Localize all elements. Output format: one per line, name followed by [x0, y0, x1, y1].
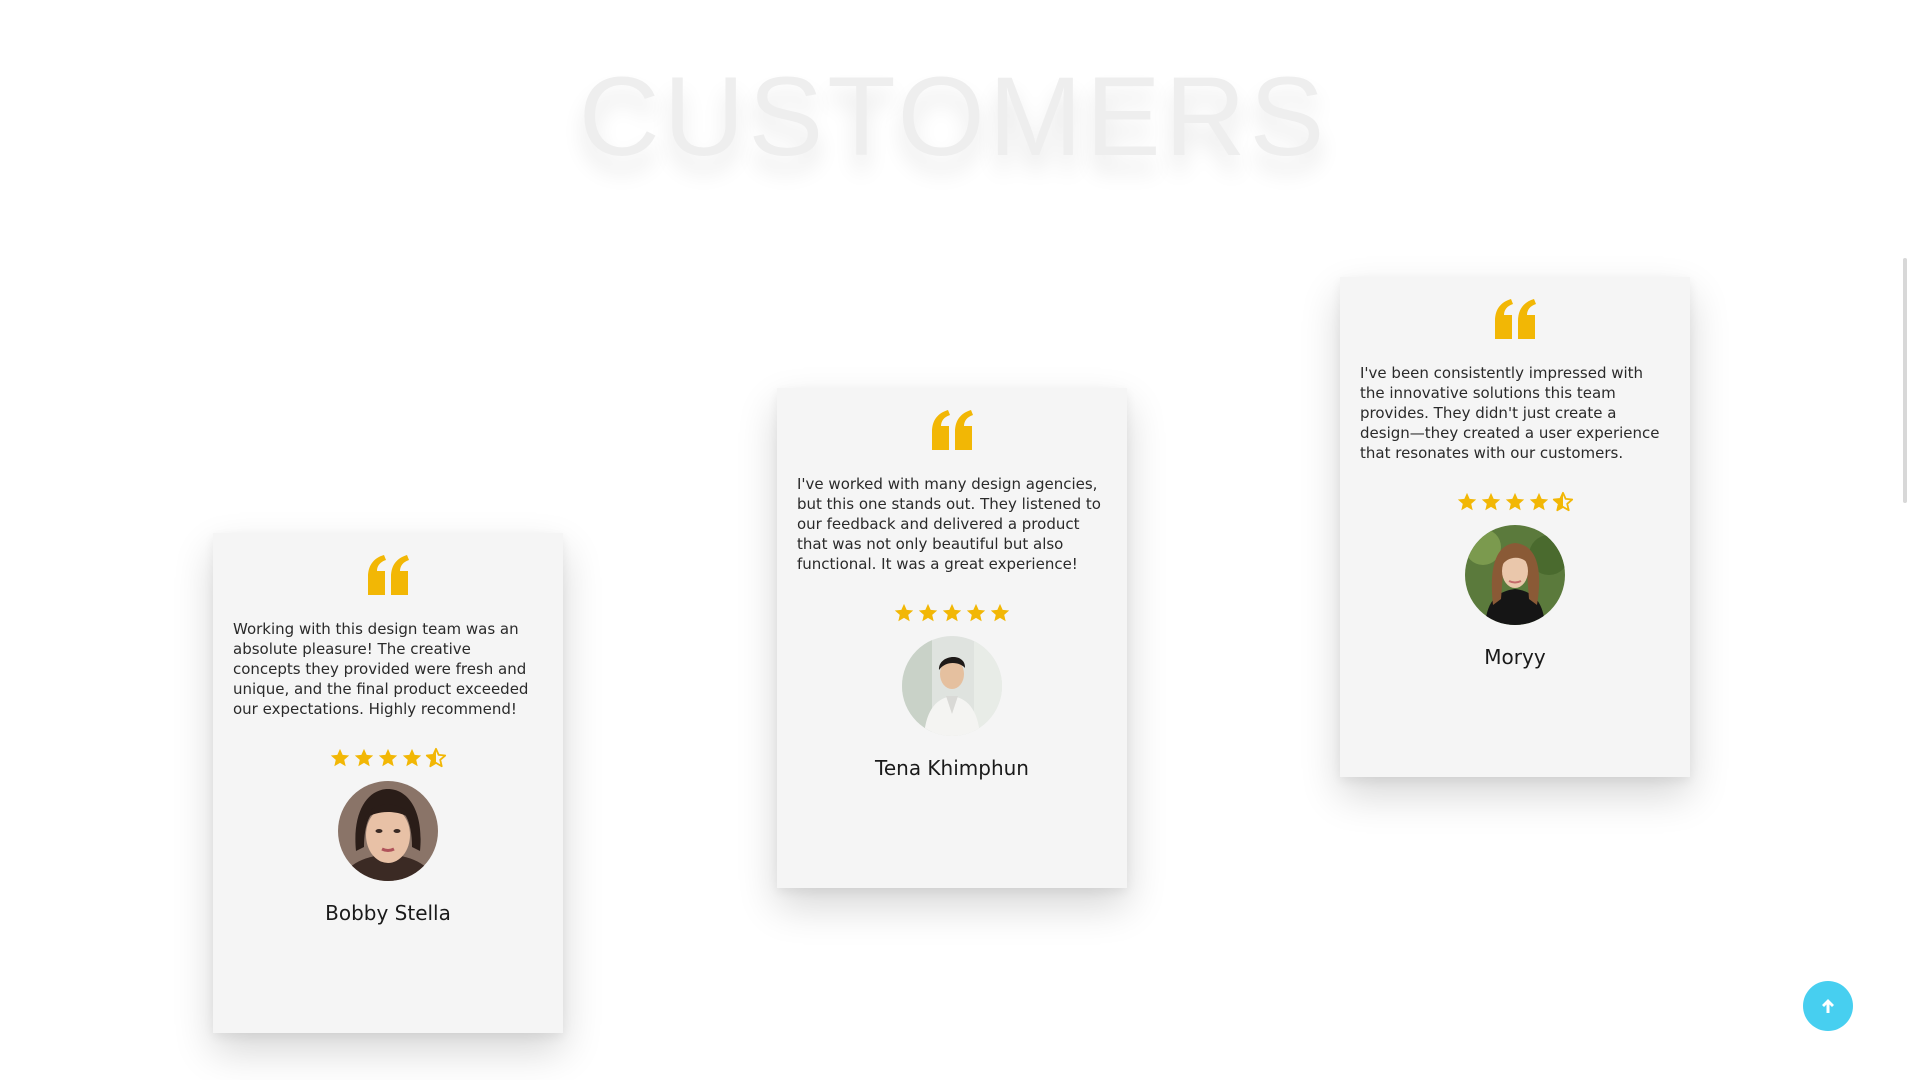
star-full-icon [990, 603, 1010, 622]
quote-icon [930, 410, 974, 450]
testimonial-card: I've been consistently impressed with th… [1340, 277, 1690, 777]
quote-icon [366, 555, 410, 595]
star-full-icon [894, 603, 914, 622]
star-full-icon [402, 748, 422, 767]
review-text: I've been consistently impressed with th… [1360, 364, 1660, 462]
star-full-icon [1505, 492, 1525, 511]
back-to-top-button[interactable] [1803, 981, 1853, 1031]
star-half-icon [1552, 491, 1574, 512]
star-full-icon [330, 748, 350, 767]
review-text: Working with this design team was an abs… [233, 620, 529, 718]
review-text: I've worked with many design agencies, b… [797, 475, 1101, 573]
arrow-up-icon [1819, 997, 1837, 1015]
section-title: CUSTOMERS [578, 54, 1329, 179]
star-rating [329, 747, 447, 769]
avatar [1465, 525, 1565, 625]
star-full-icon [1529, 492, 1549, 511]
testimonial-card: Working with this design team was an abs… [213, 533, 563, 1033]
avatar [338, 781, 438, 881]
star-full-icon [966, 603, 986, 622]
star-rating [1456, 491, 1574, 513]
customer-name: Moryy [1484, 645, 1546, 669]
star-half-icon [425, 747, 447, 768]
star-full-icon [942, 603, 962, 622]
customer-name: Tena Khimphun [875, 756, 1029, 780]
star-full-icon [1481, 492, 1501, 511]
star-full-icon [918, 603, 938, 622]
star-rating [893, 602, 1011, 624]
star-full-icon [354, 748, 374, 767]
avatar [902, 636, 1002, 736]
star-full-icon [1457, 492, 1477, 511]
star-full-icon [378, 748, 398, 767]
quote-icon [1493, 299, 1537, 339]
testimonial-card: I've worked with many design agencies, b… [777, 388, 1127, 888]
customer-name: Bobby Stella [325, 901, 451, 925]
scrollbar-thumb[interactable] [1903, 258, 1907, 503]
customers-section: CUSTOMERS Working with this design team … [0, 0, 1907, 1080]
